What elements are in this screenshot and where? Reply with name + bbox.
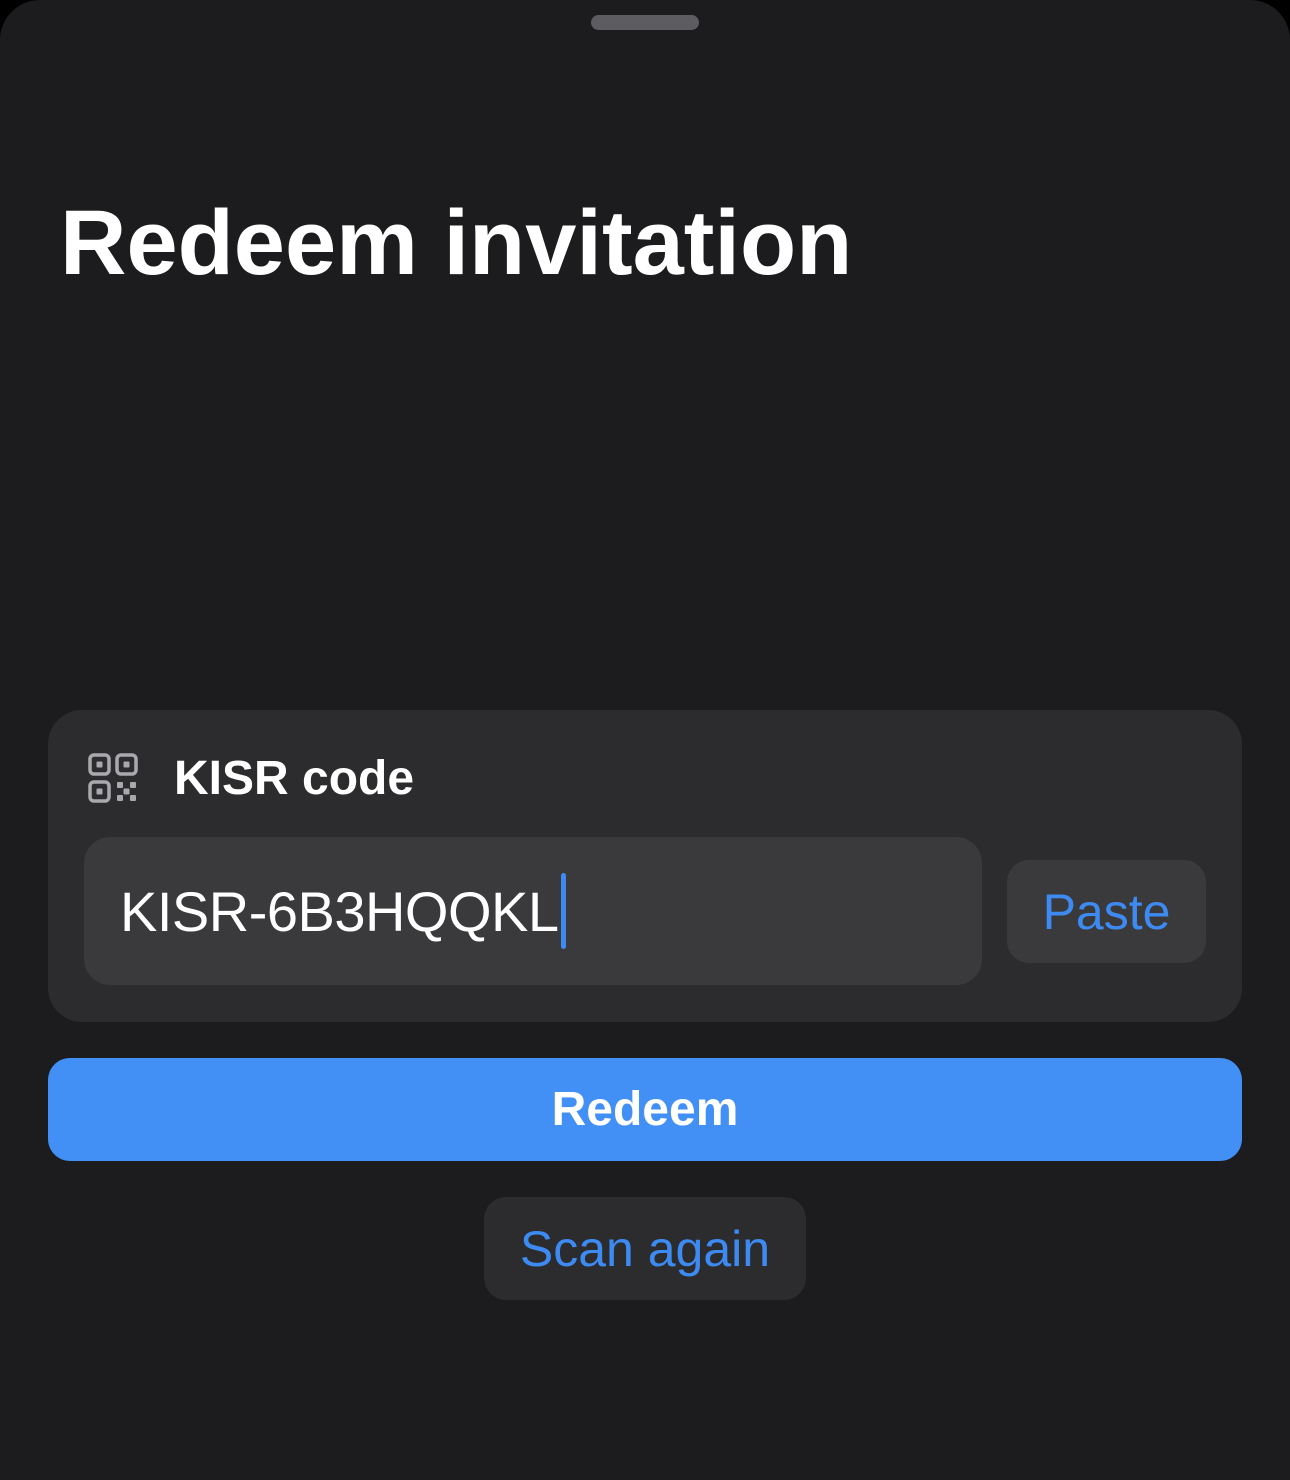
code-card-label: KISR code bbox=[174, 751, 415, 805]
scan-again-button[interactable]: Scan again bbox=[484, 1197, 806, 1300]
code-card-header: KISR code bbox=[88, 750, 414, 806]
qrcode-icon bbox=[88, 753, 138, 803]
redeem-button[interactable]: Redeem bbox=[48, 1058, 1242, 1161]
code-card: KISR code KISR-6B3HQQKL Paste bbox=[48, 710, 1242, 1022]
bottom-sheet: Redeem invitation KISR code KISR-6B3HQQK… bbox=[0, 0, 1290, 1480]
code-input-value[interactable]: KISR-6B3HQQKL bbox=[120, 879, 559, 944]
code-input-field[interactable]: KISR-6B3HQQKL bbox=[84, 837, 982, 985]
sheet-grabber-handle[interactable] bbox=[591, 15, 699, 30]
text-caret bbox=[560, 873, 566, 949]
paste-button[interactable]: Paste bbox=[1007, 860, 1206, 963]
page-title: Redeem invitation bbox=[60, 192, 853, 294]
